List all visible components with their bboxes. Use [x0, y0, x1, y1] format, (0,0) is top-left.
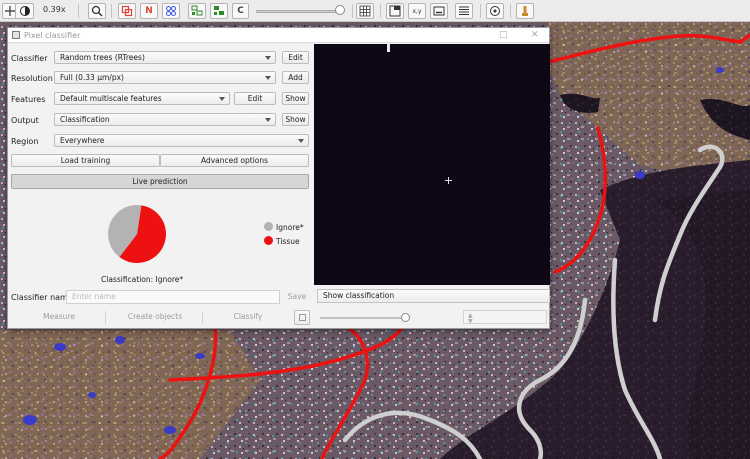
legend-tissue-swatch [264, 236, 273, 245]
dialog-title: Pixel classifier [24, 31, 81, 40]
toolbar-divider [380, 4, 381, 18]
classifier-label: Classifier [11, 54, 48, 63]
classifier-preview-panel[interactable] [314, 44, 550, 285]
output-select-value: Classification [60, 115, 110, 124]
region-select-value: Everywhere [60, 136, 105, 145]
show-names-button[interactable]: N [140, 3, 158, 19]
measure-button[interactable]: Measure [11, 311, 107, 324]
show-grid-icon [359, 5, 371, 17]
classifier-select[interactable]: Random trees (RTrees) [54, 51, 276, 64]
preview-marker [387, 44, 390, 52]
crosshair-icon [448, 177, 449, 184]
show-annotations-button[interactable] [118, 3, 136, 19]
show-detections-icon [191, 5, 203, 16]
record-icon [490, 6, 500, 16]
resolution-add-button[interactable]: Add [282, 71, 309, 84]
show-grid-button[interactable] [356, 3, 374, 19]
overlay-opacity-slider[interactable] [256, 10, 344, 13]
preview-opacity-slider[interactable] [320, 317, 406, 319]
legend-tissue-label: Tissue [276, 237, 300, 246]
classifier-edit-button[interactable]: Edit [282, 51, 309, 64]
resolution-label: Resolution [11, 74, 53, 83]
app-icon [12, 31, 20, 39]
show-tma-grid-button[interactable] [162, 3, 180, 19]
preview-spinner[interactable]: ▲ ▼ [463, 310, 547, 325]
fill-detections-icon [214, 6, 224, 15]
fill-detections-button[interactable] [210, 3, 228, 19]
classification-pie-chart [108, 205, 166, 263]
zoom-level: 0.39x [43, 5, 66, 14]
main-toolbar: 0.39x N C x,y [0, 0, 750, 22]
chevron-down-icon [219, 97, 225, 101]
show-classification-overlay-button[interactable]: C [232, 3, 249, 19]
classifier-name-input[interactable]: Enter name [66, 290, 280, 304]
output-label: Output [11, 116, 39, 125]
show-scalebar-button[interactable] [430, 3, 448, 19]
features-edit-button[interactable]: Edit [234, 92, 276, 105]
classify-button[interactable]: Classify [204, 311, 292, 324]
show-tma-grid-icon [166, 6, 176, 16]
toolbar-divider [111, 4, 112, 18]
show-names-icon: N [145, 6, 153, 16]
brightness-contrast-button[interactable] [15, 3, 34, 19]
dialog-titlebar[interactable]: Pixel classifier □ ✕ [8, 28, 549, 43]
log-viewer-button[interactable] [516, 3, 534, 19]
classification-caption: Classification: Ignore* [101, 275, 184, 284]
checkbox-icon [298, 314, 306, 321]
divider [105, 311, 106, 324]
resolution-select-value: Full (0.33 µm/px) [60, 73, 124, 82]
options-button[interactable] [294, 310, 310, 325]
chevron-down-icon [265, 76, 271, 80]
load-training-button[interactable]: Load training [11, 154, 160, 167]
legend-ignore-swatch [264, 222, 273, 231]
save-button[interactable]: Save [285, 291, 309, 304]
classifier-name-label: Classifier name [11, 293, 73, 302]
live-prediction-toggle[interactable]: Live prediction [11, 174, 309, 189]
show-scalebar-icon [433, 6, 445, 16]
close-icon[interactable]: ✕ [531, 30, 539, 40]
show-command-list-button[interactable] [455, 3, 473, 19]
toolbar-divider [352, 4, 353, 18]
region-label: Region [11, 137, 39, 146]
show-cursor-location-button[interactable]: x,y [408, 3, 426, 19]
spinner-down-icon[interactable]: ▼ [468, 318, 473, 325]
show-command-list-icon [459, 6, 469, 15]
toolbar-divider [78, 4, 79, 18]
pixel-classifier-dialog: Pixel classifier □ ✕ Classifier Random t… [7, 27, 550, 329]
zoom-icon [91, 5, 103, 17]
record-button[interactable] [486, 3, 504, 19]
brightness-contrast-icon [19, 6, 30, 16]
advanced-options-button[interactable]: Advanced options [160, 154, 309, 167]
output-select[interactable]: Classification [54, 113, 276, 126]
legend-ignore-label: Ignore* [276, 223, 304, 232]
output-show-button[interactable]: Show [282, 113, 309, 126]
create-objects-button[interactable]: Create objects [107, 311, 203, 324]
cursor-location-icon: x,y [412, 7, 422, 15]
features-select[interactable]: Default multiscale features [54, 92, 230, 105]
overlay-opacity-slider-thumb[interactable] [335, 5, 345, 15]
log-viewer-icon [522, 6, 528, 16]
chevron-down-icon [265, 56, 271, 60]
show-classification-overlay-icon: C [237, 6, 244, 16]
toolbar-divider [510, 4, 511, 18]
maximize-icon[interactable]: □ [499, 30, 508, 40]
classifier-select-value: Random trees (RTrees) [60, 53, 145, 62]
preview-opacity-slider-thumb[interactable] [401, 313, 410, 322]
show-overview-icon [389, 5, 401, 17]
toolbar-divider [480, 4, 481, 18]
show-classification-select[interactable]: Show classification [317, 289, 550, 303]
features-label: Features [11, 95, 46, 104]
region-select[interactable]: Everywhere [54, 134, 309, 147]
divider [202, 311, 203, 324]
show-overview-button[interactable] [386, 3, 404, 19]
chevron-down-icon [265, 118, 271, 122]
resolution-select[interactable]: Full (0.33 µm/px) [54, 71, 276, 84]
zoom-button[interactable] [88, 3, 106, 19]
show-detections-button[interactable] [188, 3, 206, 19]
features-show-button[interactable]: Show [282, 92, 309, 105]
features-select-value: Default multiscale features [60, 94, 162, 103]
chevron-down-icon [298, 139, 304, 143]
show-annotations-icon [121, 5, 133, 17]
